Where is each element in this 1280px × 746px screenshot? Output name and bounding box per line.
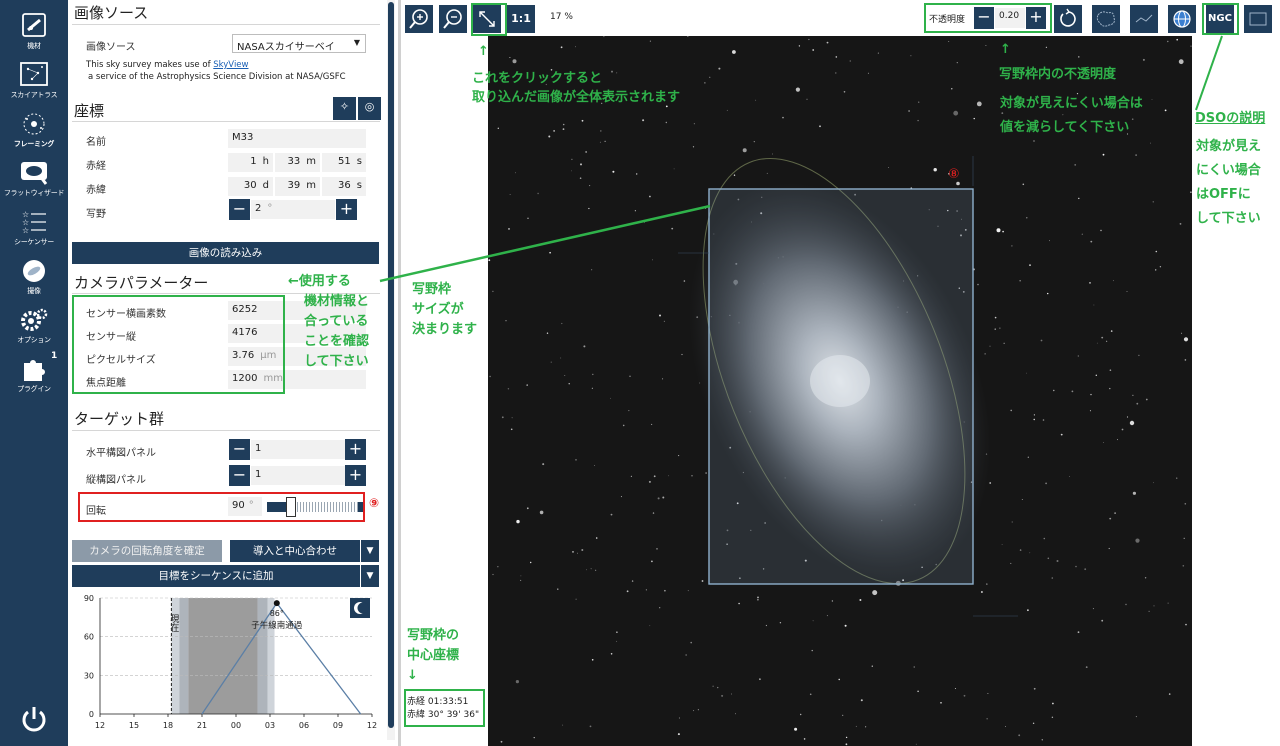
dso-annotation-line1: 対象が見え bbox=[1196, 139, 1262, 154]
center-annotation-line2: 中心座標 bbox=[407, 648, 460, 663]
frame-annotation-line3: 決まります bbox=[412, 322, 478, 337]
opacity-annotation: 対象が見えにくい場合は 値を減らしてく下さい bbox=[1000, 92, 1143, 140]
camera-annotation-line2: 機材情報と bbox=[304, 294, 370, 309]
fit-annotation: これをクリックすると 取り込んだ画像が全体表示されます bbox=[472, 69, 680, 107]
opacity-annotation-line2: 値を減らしてく下さい bbox=[1000, 120, 1130, 135]
camera-annotation-line5: して下さい bbox=[304, 354, 369, 369]
camera-annotation-line3: 合っている bbox=[304, 314, 369, 329]
center-annotation-arrow: ↓ bbox=[407, 668, 418, 683]
fit-annotation-line1: これをクリックすると bbox=[472, 71, 603, 86]
fit-annotation-line2: 取り込んだ画像が全体表示されます bbox=[472, 90, 681, 105]
fit-annotation-arrow: ↑ bbox=[478, 44, 489, 59]
camera-annotation-line1: ←使用する bbox=[288, 274, 351, 289]
dso-annotation-line3: はOFFに bbox=[1196, 187, 1251, 202]
opacity-annotation-title: 写野枠内の不透明度 bbox=[999, 67, 1117, 82]
center-annotation: 写野枠の 中心座標 ↓ bbox=[407, 626, 459, 686]
center-annotation-line1: 写野枠の bbox=[407, 628, 460, 643]
opacity-annotation-line1: 対象が見えにくい場合は bbox=[1000, 96, 1143, 111]
frame-annotation-line2: サイズが bbox=[412, 302, 464, 317]
camera-annotation: ←使用する 機材情報と 合っている ことを確認 して下さい bbox=[288, 272, 369, 372]
frame-annotation-line1: 写野枠 bbox=[412, 282, 452, 297]
frame-annotation: 写野枠 サイズが 決まります bbox=[412, 280, 477, 340]
dso-annotation-line2: にくい場合 bbox=[1196, 163, 1261, 178]
dso-annotation-title: DSOの説明 bbox=[1195, 111, 1266, 126]
dso-annotation-line4: して下さい bbox=[1196, 211, 1261, 226]
opacity-annotation-arrow: ↑ bbox=[1000, 42, 1011, 57]
camera-annotation-line4: ことを確認 bbox=[304, 334, 370, 349]
dso-annotation: 対象が見え にくい場合 はOFFに して下さい bbox=[1196, 135, 1261, 231]
